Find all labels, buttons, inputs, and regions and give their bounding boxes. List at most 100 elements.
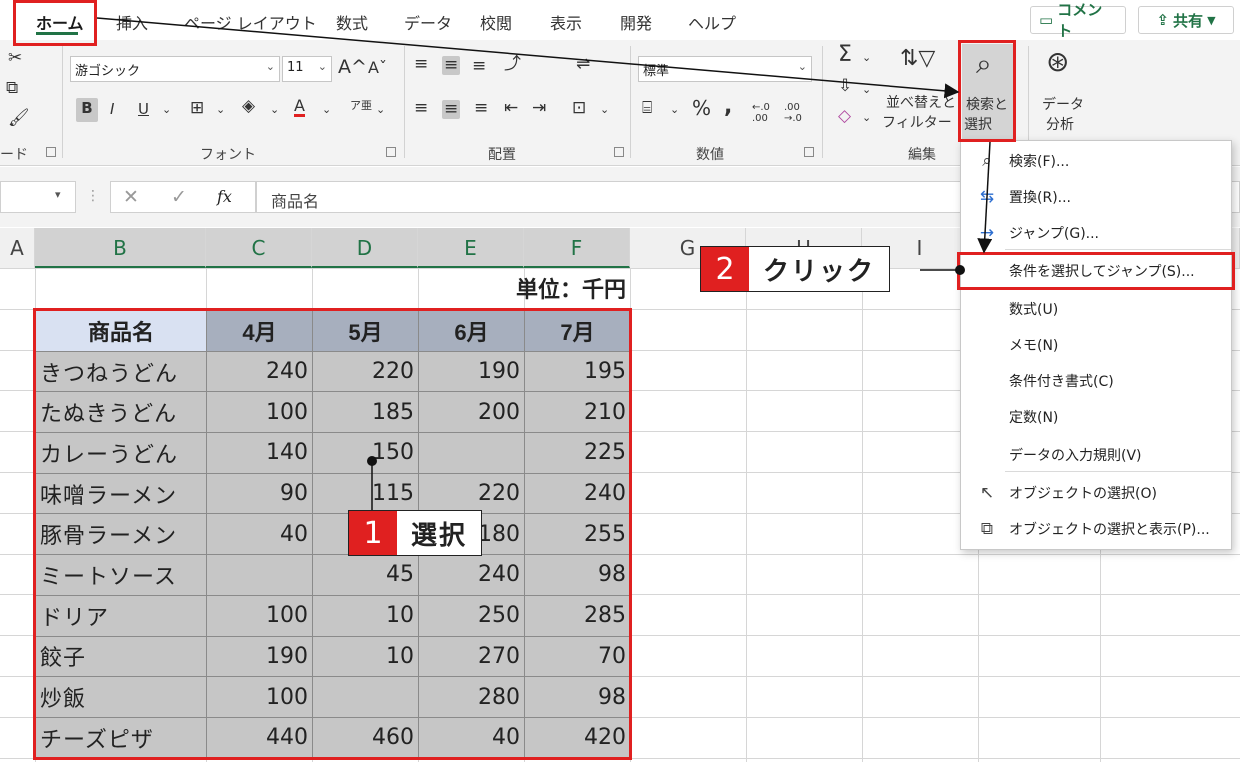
menu-item[interactable]: ⌕ 検索(F)... [961,143,1231,179]
insert-function-button[interactable]: fx [217,187,232,206]
chevron-down-icon: ⌄ [265,60,275,73]
sort-filter-label-2[interactable]: フィルター [882,112,952,132]
menu-item[interactable]: ↖ オブジェクトの選択(O) [961,475,1231,511]
currency-icon[interactable]: ⌸ [642,100,652,117]
chevron-down-icon[interactable]: ⌄ [376,104,385,115]
group-label-font: フォント [200,147,256,163]
chevron-down-icon[interactable]: ▾ [55,188,61,201]
analyze-data-button[interactable]: ⊛ データ 分析 [1036,44,1088,134]
group-separator [822,46,823,158]
column-header-d[interactable]: D [312,228,418,268]
column-header-c[interactable]: C [206,228,312,268]
tab-formulas[interactable]: 数式 [336,10,368,34]
share-button[interactable]: ⇪ 共有 ▼ [1138,6,1234,34]
align-right-icon[interactable]: ≡ [474,100,488,117]
enter-icon[interactable]: ✓ [171,186,187,208]
font-size-combo[interactable]: 11 ⌄ [282,56,332,82]
decrease-indent-icon[interactable]: ⇤ [504,100,518,117]
autosum-icon[interactable]: Σ [838,44,852,66]
comment-label: コメント [1057,1,1103,40]
chevron-down-icon[interactable]: ⌄ [862,52,871,63]
phonetic-button[interactable]: ア亜 [350,99,372,112]
align-top-icon[interactable]: ≡ [414,56,428,73]
menu-item[interactable]: データの入力規則(V) [961,437,1231,473]
font-size-value: 11 [287,60,304,75]
column-header-a[interactable]: A [0,228,35,268]
menu-item[interactable]: ⧉ オブジェクトの選択と表示(P)... [961,511,1231,547]
menu-item-label: 定数(N) [1009,410,1059,426]
share-label: 共有 [1173,11,1204,30]
cut-icon[interactable]: ✂ [8,50,22,67]
wrap-text-icon[interactable]: ⇌ [576,56,590,73]
clear-icon[interactable]: ◇ [838,108,851,125]
menu-item[interactable]: → ジャンプ(G)... [961,215,1231,251]
shrink-font-button[interactable]: Aˇ [368,60,387,76]
increase-indent-icon[interactable]: ⇥ [532,100,546,117]
menu-item[interactable]: メモ(N) [961,327,1231,363]
chevron-down-icon[interactable]: ⌄ [862,112,871,123]
tab-view[interactable]: 表示 [550,10,582,34]
tab-review[interactable]: 校閲 [480,10,512,34]
menu-item[interactable]: 条件付き書式(C) [961,363,1231,399]
align-center-icon[interactable]: ≡ [442,100,461,119]
number-format-combo[interactable]: 標準 ⌄ [638,56,812,82]
callout-1-number: 1 [349,511,397,555]
align-bottom-icon[interactable]: ≡ [472,58,486,75]
bold-button[interactable]: B [76,98,98,122]
tab-page-layout[interactable]: ページ レイアウト [184,10,317,34]
number-launcher-icon[interactable] [804,147,814,157]
menu-item-label: 検索(F)... [1009,154,1070,170]
copy-icon[interactable]: ⧉ [6,80,18,97]
align-left-icon[interactable]: ≡ [414,100,428,117]
chevron-down-icon[interactable]: ⌄ [270,104,279,115]
border-icon[interactable]: ⊞ [190,100,204,117]
column-header-f[interactable]: F [524,228,630,268]
percent-button[interactable]: % [692,98,711,118]
chevron-down-icon[interactable]: ⌄ [322,104,331,115]
unit-label[interactable]: 単位：千円 [420,272,626,306]
column-header-e[interactable]: E [418,228,524,268]
increase-decimal-button[interactable]: ←.0 .00 [752,102,778,124]
highlight-find-select-button [958,40,1016,142]
menu-item-label: 条件付き書式(C) [1009,374,1114,390]
chevron-down-icon[interactable]: ⌄ [862,84,871,95]
tab-data[interactable]: データ [404,10,452,34]
callout-2-text: クリック [763,256,876,287]
comment-button[interactable]: ▭ コメント [1030,1,1126,40]
underline-button[interactable]: U [138,102,149,117]
sort-filter-icon[interactable]: ⇅▽ [900,48,935,70]
fill-icon[interactable]: ⇩ [838,78,852,95]
menu-item[interactable]: ⇆ 置換(R)... [961,179,1231,215]
column-header-b[interactable]: B [35,228,206,268]
tab-insert[interactable]: 挿入 [116,10,148,34]
align-middle-icon[interactable]: ≡ [442,56,461,75]
orientation-icon[interactable]: ⤴ [504,56,521,73]
tab-help[interactable]: ヘルプ [688,10,736,34]
chevron-down-icon[interactable]: ⌄ [162,104,171,115]
sort-filter-label-1[interactable]: 並べ替えと [886,92,956,112]
italic-button[interactable]: I [110,102,114,117]
grow-font-button[interactable]: A^ [338,58,367,77]
fill-color-icon[interactable]: ◈ [242,98,255,115]
tab-developer[interactable]: 開発 [620,10,652,34]
comma-button[interactable]: , [724,96,732,118]
decrease-decimal-button[interactable]: .00 →.0 [784,102,810,124]
chevron-down-icon[interactable]: ⌄ [216,104,225,115]
cancel-icon[interactable]: ✕ [123,186,139,208]
group-separator [62,46,63,158]
replace-icon: ⇆ [979,187,995,207]
alignment-launcher-icon[interactable] [614,147,624,157]
merge-center-icon[interactable]: ⊡ [572,100,586,117]
menu-item-label: 置換(R)... [1009,190,1072,206]
chevron-down-icon[interactable]: ⌄ [670,104,679,115]
format-painter-icon[interactable]: 🖌 [8,110,30,127]
text-color-button[interactable]: A [294,98,305,117]
clipboard-launcher-icon[interactable] [46,147,56,157]
menu-item[interactable]: 数式(U) [961,291,1231,327]
font-launcher-icon[interactable] [386,147,396,157]
menu-item[interactable]: 定数(N) [961,399,1231,435]
font-name-value: 游ゴシック [75,64,141,79]
name-box[interactable]: ▾ [0,181,76,213]
chevron-down-icon[interactable]: ⌄ [600,104,609,115]
font-name-combo[interactable]: 游ゴシック ⌄ [70,56,280,82]
